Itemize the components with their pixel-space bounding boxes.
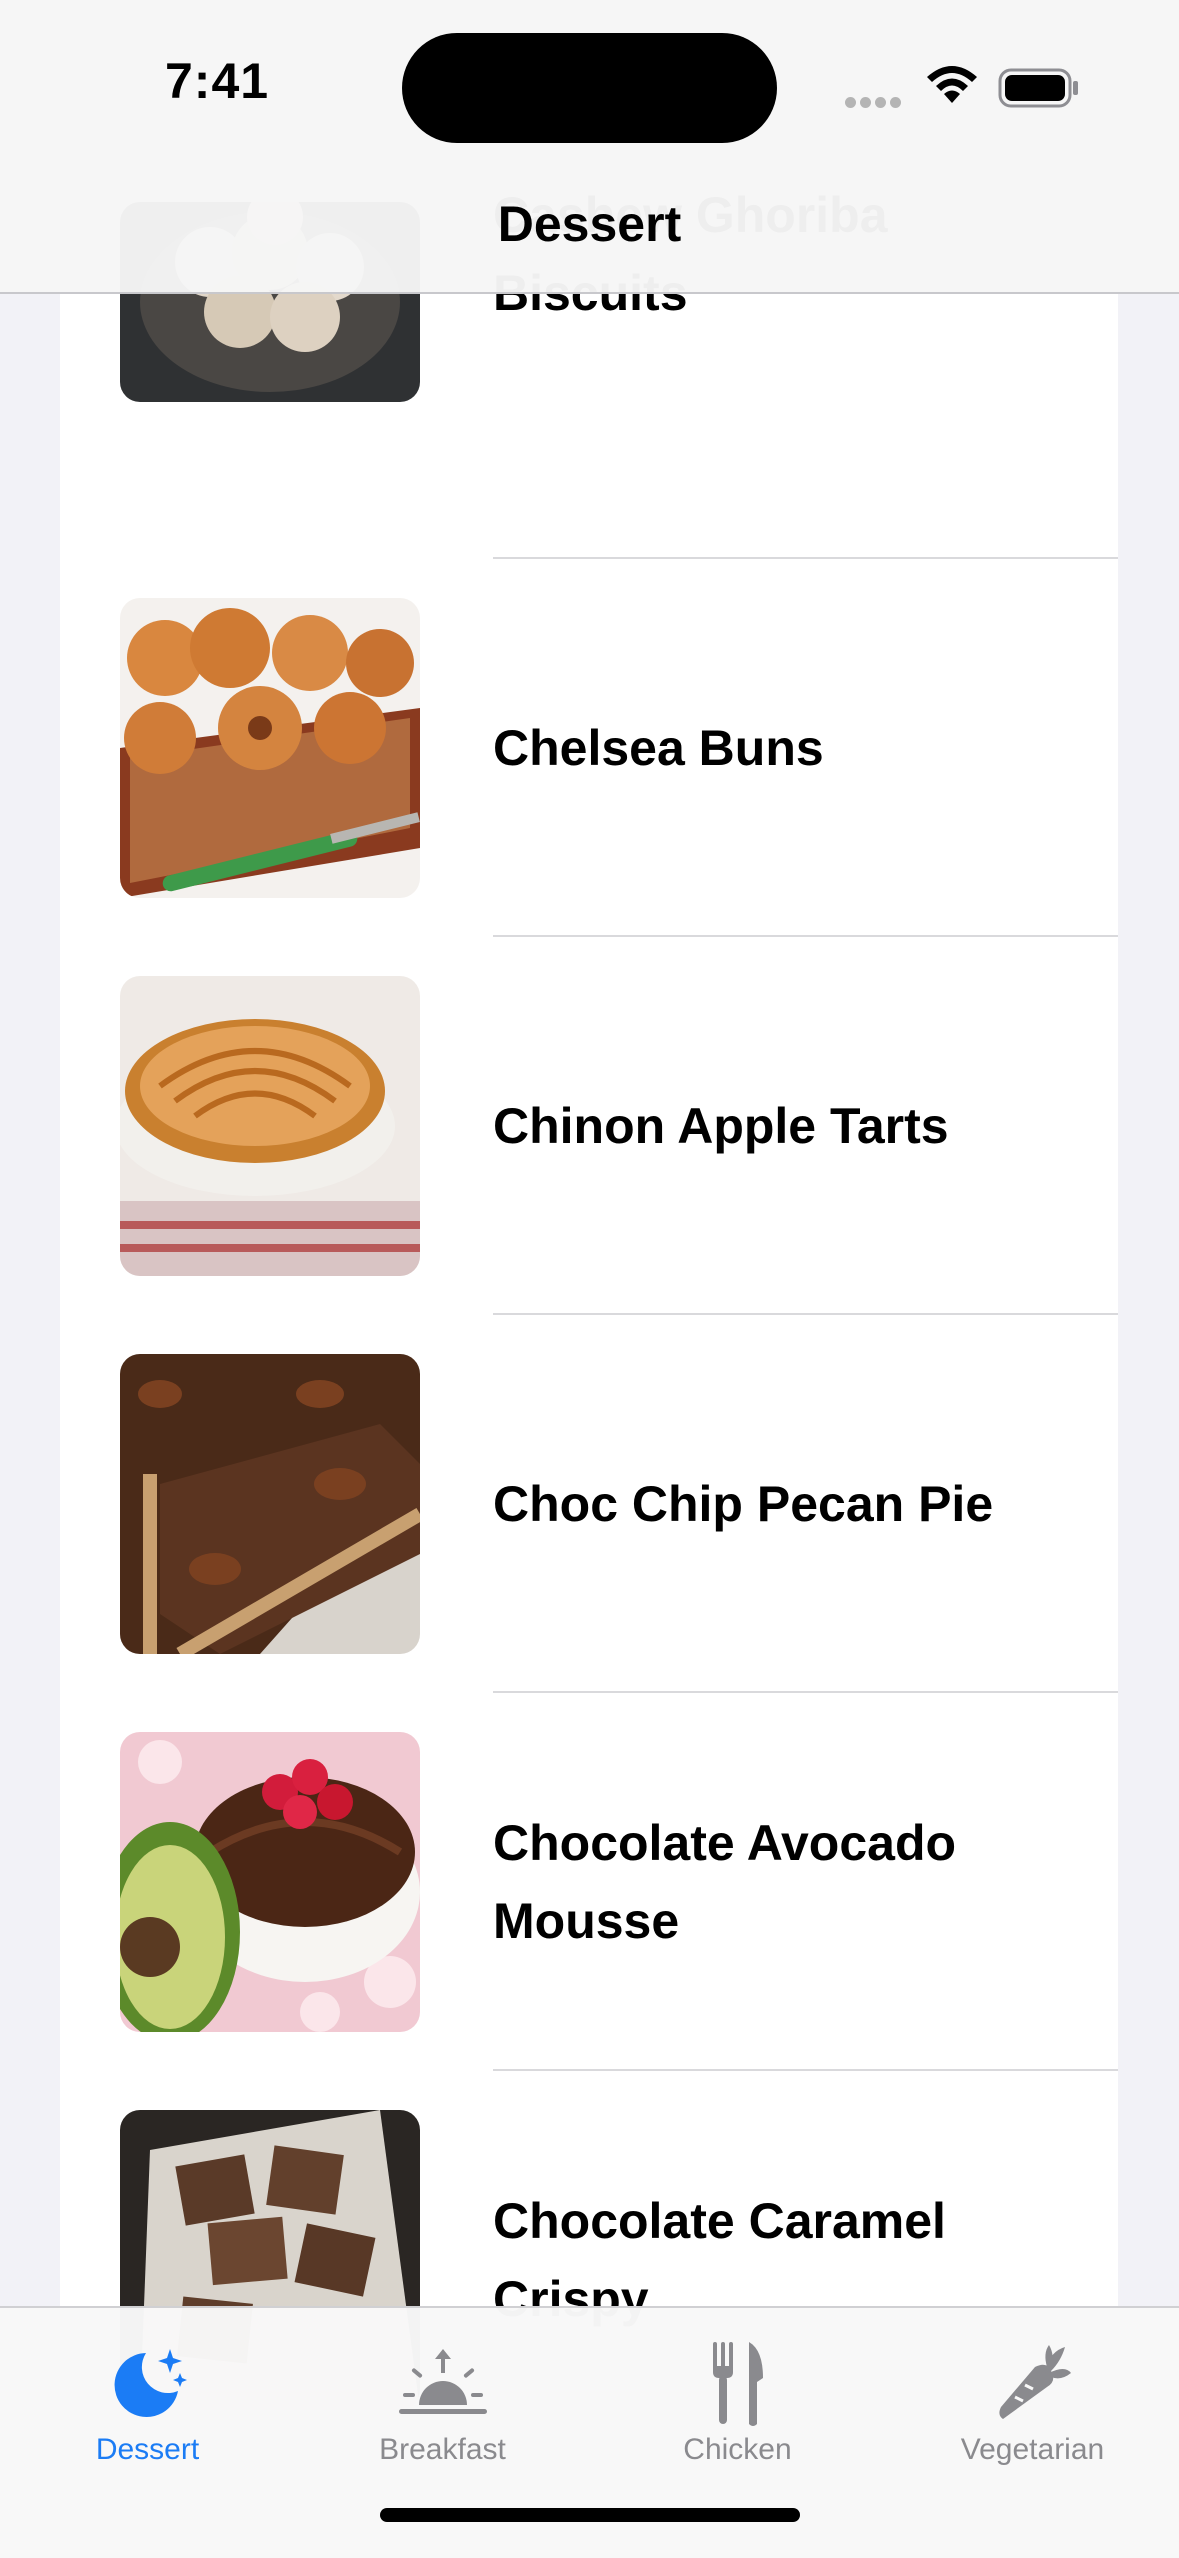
dynamic-island <box>402 33 777 143</box>
meal-name: Chinon Apple Tarts <box>493 1098 949 1154</box>
meal-row[interactable]: Chinon Apple Tarts <box>60 937 1118 1315</box>
wifi-icon <box>925 65 979 110</box>
meal-row[interactable]: Chelsea Buns <box>60 559 1118 937</box>
page-title: Dessert <box>497 196 682 252</box>
meal-name: Chelsea Buns <box>493 720 824 776</box>
status-bar: 7:41 <box>0 0 1179 170</box>
home-indicator[interactable] <box>380 2508 800 2522</box>
battery-icon <box>998 68 1080 113</box>
meal-thumbnail <box>120 598 420 898</box>
tab-label: Vegetarian <box>960 2433 1105 2466</box>
tab-label: Dessert <box>95 2433 200 2466</box>
status-time: 7:41 <box>165 53 270 109</box>
carrot-icon <box>885 2328 1179 2438</box>
tab-dessert[interactable]: Dessert <box>0 2308 295 2508</box>
meal-row[interactable]: Choc Chip Pecan Pie <box>60 1315 1118 1693</box>
tab-chicken[interactable]: Chicken <box>590 2308 885 2508</box>
tab-breakfast[interactable]: Breakfast <box>295 2308 590 2508</box>
tab-vegetarian[interactable]: Vegetarian <box>885 2308 1179 2508</box>
sunrise-icon <box>295 2328 590 2438</box>
meal-name: Choc Chip Pecan Pie <box>493 1476 994 1532</box>
meal-thumbnail <box>120 976 420 1276</box>
meal-thumbnail <box>120 1732 420 2032</box>
tab-label: Chicken <box>683 2433 792 2466</box>
fork-knife-icon <box>590 2328 885 2438</box>
tab-label: Breakfast <box>379 2433 506 2466</box>
meal-row[interactable]: Chocolate Avocado Mousse <box>60 1693 1118 2071</box>
cellular-signal-icon <box>845 95 905 113</box>
meal-name: Chocolate Avocado Mousse <box>493 1815 957 1949</box>
meal-thumbnail <box>120 1354 420 1654</box>
moon-stars-icon <box>0 2328 295 2438</box>
